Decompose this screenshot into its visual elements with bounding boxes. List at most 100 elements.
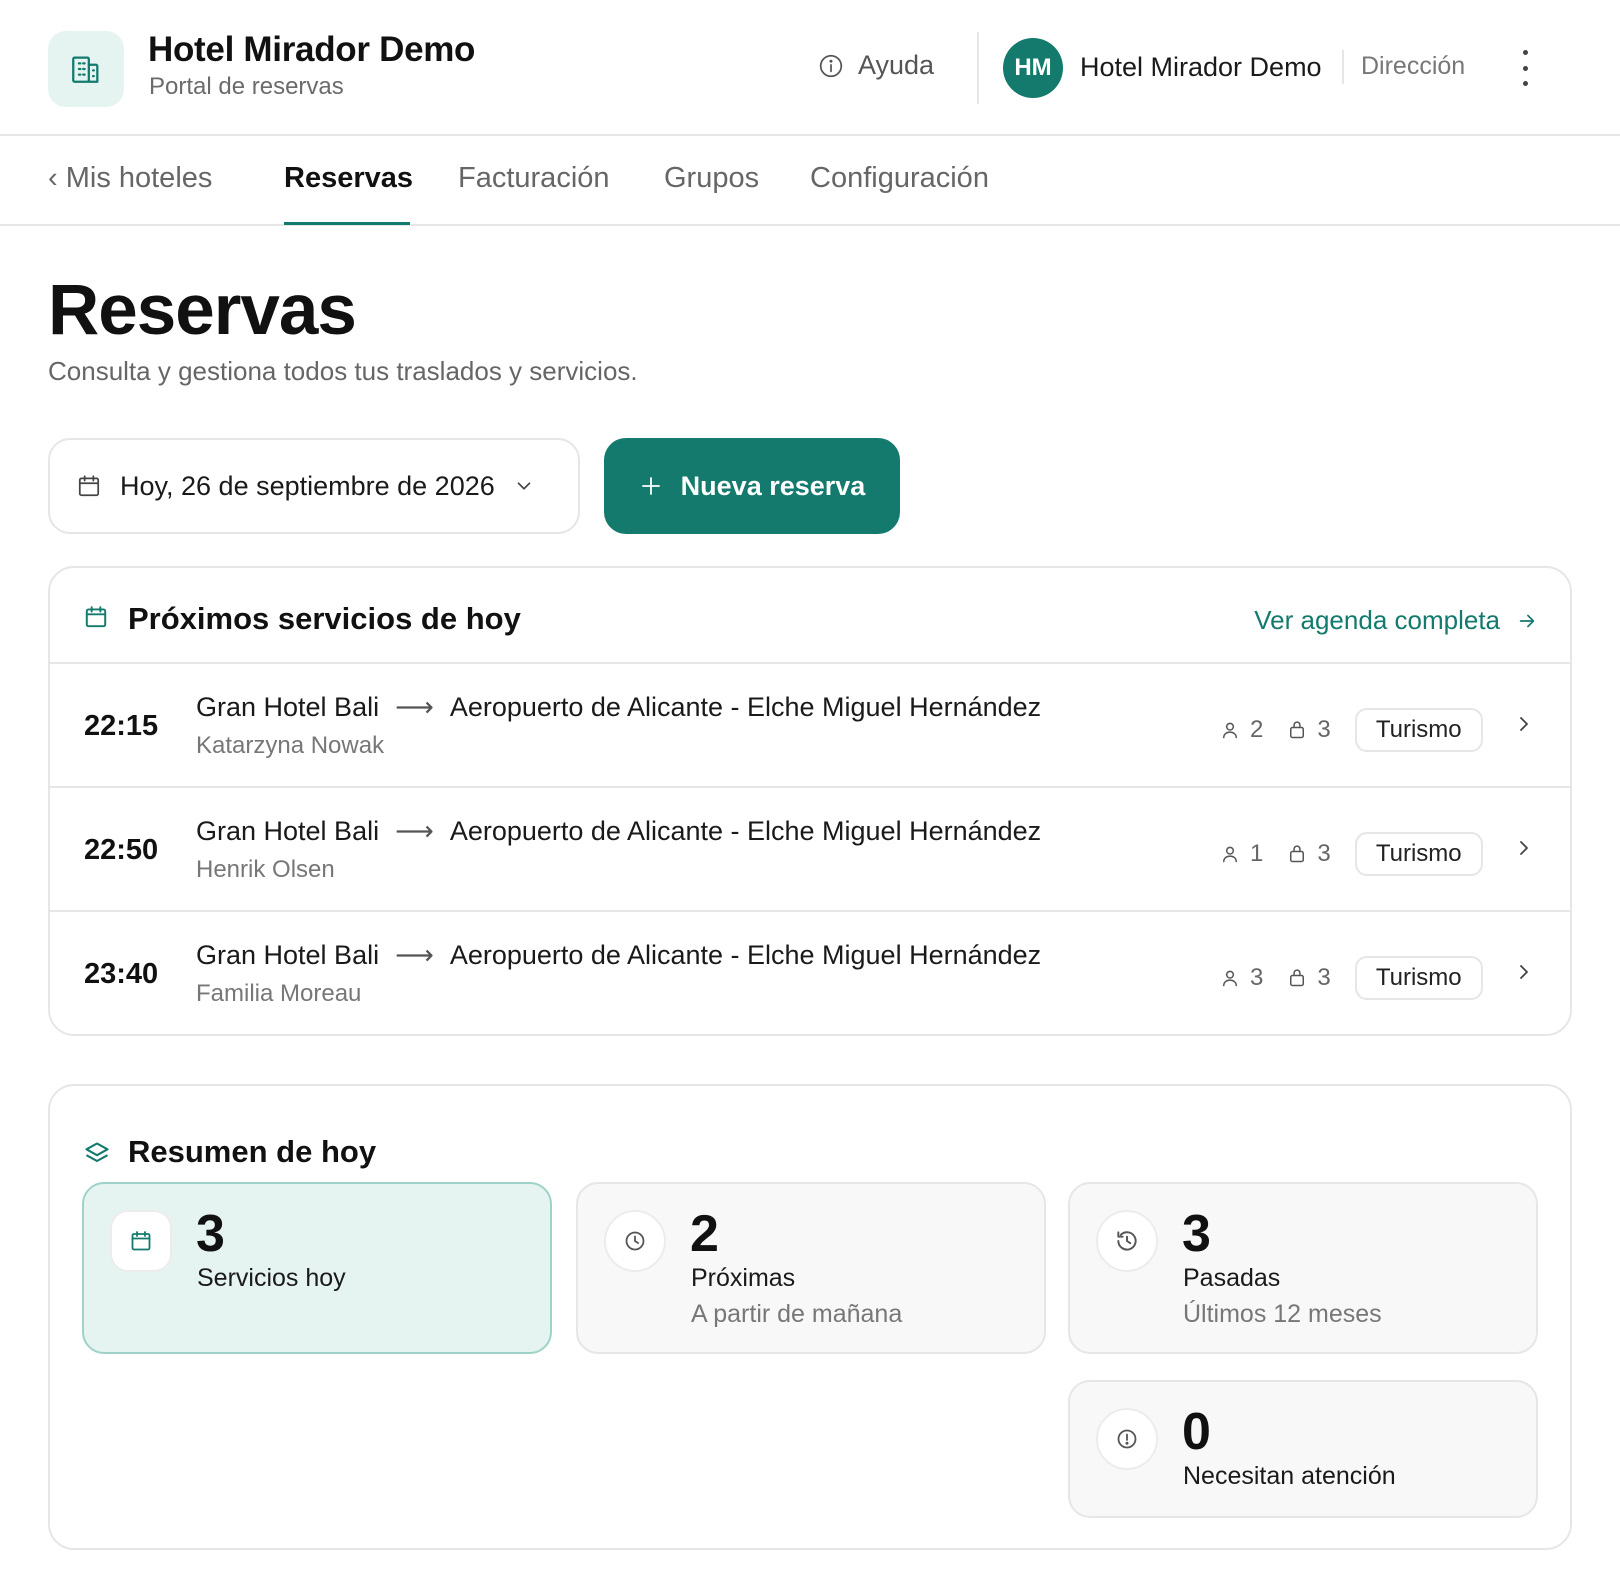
chevron-down-icon [517,482,531,490]
chevron-right-icon[interactable] [1512,836,1536,860]
page-title: Reservas [48,271,357,350]
passenger-value: 1 [1250,840,1264,867]
service-row[interactable]: 22:50 Gran Hotel Bali ⟶ Aeropuerto de Al… [50,788,1570,912]
service-meta: 3 3 Turismo [1220,956,1483,1000]
app-header: Hotel Mirador Demo Portal de reservas Ay… [0,0,1620,136]
luggage-value: 3 [1317,716,1331,743]
passenger-value: 2 [1250,716,1264,743]
service-meta: 2 3 Turismo [1220,708,1483,752]
help-label: Ayuda [858,50,935,80]
calendar-icon [85,606,107,628]
chevron-right-icon[interactable] [1512,712,1536,736]
service-row[interactable]: 22:15 Gran Hotel Bali ⟶ Aeropuerto de Al… [50,664,1570,788]
service-meta: 1 3 Turismo [1220,832,1483,876]
guest-name: Katarzyna Nowak [196,732,385,759]
stat-label: Servicios hoy [197,1264,346,1292]
date-label: Hoy, 26 de septiembre de 2026 [120,470,495,501]
full-agenda-link[interactable]: Ver agenda completa [1254,605,1538,636]
info-icon [819,54,843,77]
alert-icon [1096,1408,1158,1470]
stat-value: 0 [1182,1403,1211,1461]
hotel-logo [48,31,124,107]
hotel-title: Hotel Mirador Demo [148,30,476,69]
person-icon [1223,970,1237,987]
luggage-value: 3 [1317,964,1331,991]
luggage-icon [1290,845,1305,863]
route-destination: Aeropuerto de Alicante - Elche Miguel He… [449,816,1042,846]
passenger-count: 3 [1220,964,1263,992]
service-time: 23:40 [84,958,159,990]
stat-value: 3 [196,1205,225,1263]
plus-icon [641,477,660,495]
portal-subtitle: Portal de reservas [149,73,344,100]
tab-facturacion[interactable]: Facturación [458,162,610,195]
new-reservation-button[interactable]: Nueva reserva [604,438,900,534]
stat-needs-attention[interactable]: 0 Necesitan atención [1068,1380,1538,1518]
avatar[interactable]: HM [1003,38,1063,98]
stat-value: 3 [1182,1205,1211,1263]
stat-past[interactable]: 3 Pasadas Últimos 12 meses [1068,1182,1538,1354]
guest-name: Familia Moreau [196,980,362,1007]
route-arrow: ⟶ [395,692,434,722]
user-role: Dirección [1361,52,1466,80]
stat-label: Pasadas [1183,1264,1281,1292]
tab-configuracion[interactable]: Configuración [810,162,989,195]
person-icon [1223,722,1237,739]
stat-note: Últimos 12 meses [1183,1300,1382,1328]
route-origin: Gran Hotel Bali [196,940,380,970]
full-agenda-label: Ver agenda completa [1254,605,1500,635]
luggage-value: 3 [1317,840,1331,867]
calendar-icon [78,475,100,497]
building-icon [72,56,99,83]
upcoming-services-title: Próximos servicios de hoy [128,601,521,636]
route-arrow: ⟶ [395,940,434,970]
active-tab-indicator [284,222,410,225]
luggage-count: 3 [1287,716,1331,744]
service-row[interactable]: 23:40 Gran Hotel Bali ⟶ Aeropuerto de Al… [50,912,1570,1036]
tab-grupos[interactable]: Grupos [664,162,759,195]
page-subtitle: Consulta y gestiona todos tus traslados … [48,356,638,386]
stat-note: A partir de mañana [691,1300,903,1328]
help-button[interactable]: Ayuda [818,50,934,81]
user-divider [1342,50,1344,84]
header-divider [977,32,979,104]
service-type-badge: Turismo [1354,708,1483,752]
chevron-right-icon[interactable] [1512,960,1536,984]
tab-reservas[interactable]: Reservas [284,162,413,195]
today-summary-card: Resumen de hoy 3 Servicios hoy 2 Próxima… [48,1084,1572,1550]
calendar-icon [110,1210,172,1272]
person-icon [1223,846,1237,863]
stat-label: Próximas [691,1264,796,1292]
guest-name: Henrik Olsen [196,856,335,883]
arrow-right-icon [1519,614,1535,627]
luggage-icon [1290,721,1305,739]
service-route: Gran Hotel Bali ⟶ Aeropuerto de Alicante… [196,940,1041,971]
date-selector[interactable]: Hoy, 26 de septiembre de 2026 [48,438,580,534]
new-reservation-label: Nueva reserva [680,470,866,501]
user-name[interactable]: Hotel Mirador Demo [1080,52,1322,83]
passenger-count: 1 [1220,840,1263,868]
route-arrow: ⟶ [395,816,434,846]
service-route: Gran Hotel Bali ⟶ Aeropuerto de Alicante… [196,692,1041,723]
layers-icon [85,1142,109,1163]
luggage-count: 3 [1287,840,1331,868]
service-type-badge: Turismo [1354,956,1483,1000]
route-destination: Aeropuerto de Alicante - Elche Miguel He… [449,940,1042,970]
service-route: Gran Hotel Bali ⟶ Aeropuerto de Alicante… [196,816,1041,847]
passenger-value: 3 [1250,964,1264,991]
luggage-count: 3 [1287,964,1331,992]
history-icon [1096,1210,1158,1272]
clock-icon [604,1210,666,1272]
route-destination: Aeropuerto de Alicante - Elche Miguel He… [449,692,1042,722]
upcoming-services-card: Próximos servicios de hoy Ver agenda com… [48,566,1572,1036]
back-to-hotels-link[interactable]: ‹ Mis hoteles [48,162,212,195]
more-options-icon[interactable] [1515,50,1535,86]
service-time: 22:50 [84,834,159,866]
passenger-count: 2 [1220,716,1263,744]
route-origin: Gran Hotel Bali [196,692,380,722]
stat-label: Necesitan atención [1183,1462,1396,1490]
stat-services-today[interactable]: 3 Servicios hoy [82,1182,552,1354]
stat-upcoming[interactable]: 2 Próximas A partir de mañana [576,1182,1046,1354]
main-nav: ‹ Mis hoteles Reservas Facturación Grupo… [0,138,1620,226]
service-time: 22:15 [84,710,159,742]
